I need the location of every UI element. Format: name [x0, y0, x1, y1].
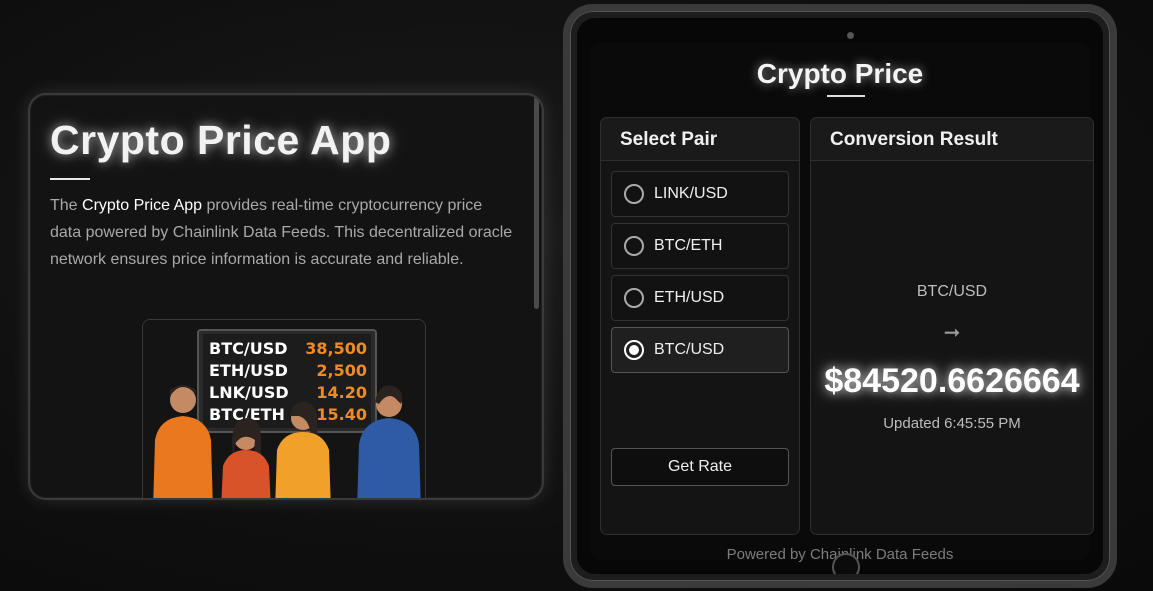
select-pair-panel: Select Pair LINK/USD BTC/ETH ETH/USD BTC… — [600, 117, 800, 535]
radio-icon[interactable] — [624, 288, 644, 308]
pair-option-eth-usd[interactable]: ETH/USD — [611, 275, 789, 321]
select-pair-header: Select Pair — [601, 118, 799, 161]
board-price-3: 15.40 — [316, 405, 367, 424]
conversion-result-panel: Conversion Result BTC/USD ➞ $84520.66266… — [810, 117, 1094, 535]
app-title: Crypto Price — [756, 58, 924, 89]
info-desc-highlight: Crypto Price App — [82, 197, 203, 214]
pair-label: LINK/USD — [654, 185, 728, 202]
info-scrollbar[interactable] — [534, 97, 539, 309]
board-pair-1: ETH/USD — [209, 361, 288, 380]
info-desc-prefix: The — [50, 197, 83, 214]
tablet-screen: Crypto Price Select Pair LINK/USD BTC/ET… — [577, 18, 1103, 574]
app-title-underline — [827, 95, 865, 97]
radio-selected-icon[interactable] — [624, 340, 644, 360]
result-pair: BTC/USD — [916, 283, 988, 300]
board-price-0: 38,500 — [305, 339, 367, 358]
radio-icon[interactable] — [624, 236, 644, 256]
board-price-1: 2,500 — [316, 361, 367, 380]
info-title-underline — [50, 178, 90, 180]
app-container: Crypto Price Select Pair LINK/USD BTC/ET… — [590, 43, 1094, 563]
result-value: $84520.6626664 — [824, 362, 1080, 400]
pair-option-btc-usd[interactable]: BTC/USD — [611, 327, 789, 373]
conversion-result-header: Conversion Result — [811, 118, 1093, 161]
pair-label: BTC/USD — [654, 341, 725, 358]
pair-label: BTC/ETH — [654, 237, 723, 254]
board-pair-2: LNK/USD — [209, 383, 289, 402]
pair-label: ETH/USD — [654, 289, 725, 306]
home-button[interactable] — [832, 553, 860, 574]
info-title: Crypto Price App — [50, 117, 392, 163]
crypto-board-illustration: BTC/USD 38,500 ETH/USD 2,500 LNK/USD 14.… — [142, 319, 426, 498]
camera-dot — [847, 32, 854, 39]
arrow-right-icon: ➞ — [943, 322, 961, 344]
radio-icon[interactable] — [624, 184, 644, 204]
info-card: Crypto Price App The Crypto Price App pr… — [28, 93, 544, 500]
pair-option-link-usd[interactable]: LINK/USD — [611, 171, 789, 217]
tablet-frame: Crypto Price Select Pair LINK/USD BTC/ET… — [563, 4, 1117, 588]
board-pair-0: BTC/USD — [209, 339, 288, 358]
pair-option-btc-eth[interactable]: BTC/ETH — [611, 223, 789, 269]
board-price-2: 14.20 — [316, 383, 367, 402]
result-updated-time: Updated 6:45:55 PM — [883, 415, 1021, 432]
info-description: The Crypto Price App provides real-time … — [50, 192, 515, 273]
illustration-svg: BTC/USD 38,500 ETH/USD 2,500 LNK/USD 14.… — [143, 320, 425, 498]
get-rate-button[interactable]: Get Rate — [611, 448, 789, 486]
